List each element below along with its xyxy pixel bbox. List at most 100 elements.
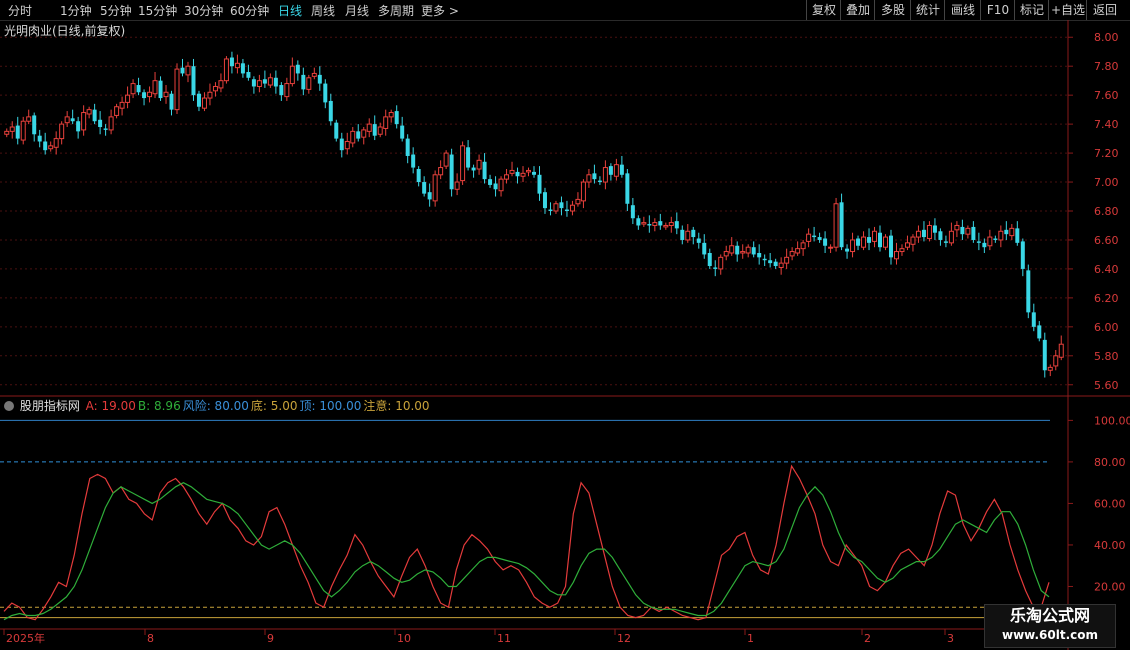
candle-body [26,116,32,122]
candle-body [861,236,867,248]
price-axis-label: 5.60 [1094,379,1119,392]
indicator-axis-label: 40.00 [1094,539,1126,552]
candle-body [48,145,54,150]
indicator-param-1: B: 8.96 [137,399,181,413]
candle-body [878,232,883,248]
candle-body [383,116,389,129]
candle-body [888,235,893,258]
candle-body [800,242,806,250]
indicator-name[interactable]: 股朋指标网 [20,399,80,413]
candle-body [76,121,81,132]
candle-body [125,94,131,103]
candle-body [668,222,674,226]
candle-body [636,218,641,226]
candle-body [207,91,213,99]
price-axis-label: 8.00 [1094,31,1119,44]
candle-body [899,248,905,253]
candle-body [449,154,454,190]
candle-body [575,198,581,205]
price-axis-label: 6.80 [1094,205,1119,218]
candle-body [15,125,20,139]
price-axis-label: 7.60 [1094,89,1119,102]
candle-body [789,251,795,257]
candle-body [586,174,592,183]
candle-body [240,63,245,74]
candle-body [20,120,26,141]
indicator-axis-label: 20.00 [1094,580,1126,593]
candle-body [872,230,878,242]
price-axis-label: 6.60 [1094,234,1119,247]
candle-body [388,112,394,118]
candle-body [443,152,449,167]
candle-body [520,172,526,177]
candle-body [713,267,718,269]
candle-body [169,93,174,110]
date-label: 12 [617,632,631,645]
candle-body [130,83,136,95]
candle-body [833,203,839,248]
candle-body [795,248,801,254]
candle-body [619,164,624,175]
candle-body [757,252,762,258]
candle-body [103,128,108,130]
candle-body [81,112,87,131]
candle-body [532,171,536,175]
candle-body [548,209,553,211]
indicator-toggle-icon[interactable] [4,401,14,411]
indicator-param-2: 风险: 80.00 [182,399,249,413]
candle-body [904,242,910,248]
candle-body [954,224,960,231]
candle-body [142,92,147,99]
candle-body [163,91,169,98]
candle-body [1004,229,1009,235]
candle-body [1053,355,1059,367]
candle-body [328,100,333,122]
candle-body [350,130,356,144]
candle-body [262,79,267,84]
candle-body [37,135,42,142]
candle-body [608,166,613,175]
candle-body [185,65,191,76]
candle-body [114,106,120,116]
candle-body [971,226,976,240]
candle-body [806,233,812,242]
candle-body [976,241,981,243]
indicator-series-A [3,464,1050,621]
candle-body [4,130,10,135]
candle-body [926,224,932,240]
candle-body [466,147,471,168]
candle-body [147,91,153,98]
candle-body [86,109,92,115]
candle-body [279,85,284,96]
candle-body [136,85,141,93]
candle-body [1026,270,1031,313]
candle-body [982,242,987,248]
candle-body [438,167,444,176]
candle-body [867,237,872,243]
candle-body [9,126,15,132]
candle-body [828,246,834,249]
candle-body [893,251,899,260]
candle-body [658,221,663,226]
candle-body [246,71,251,78]
candle-body [289,65,295,85]
candle-body [718,256,724,270]
candle-body [1020,241,1025,269]
candle-body [1009,227,1015,237]
candle-body [553,203,559,212]
candle-body [256,80,262,87]
candle-body [630,205,635,219]
candle-body [405,138,410,156]
candle-body [1031,312,1036,327]
watermark-title: 乐淘公式网 [1009,606,1090,625]
candle-body [356,131,361,139]
candle-body [932,225,937,233]
date-label: 8 [147,632,154,645]
candle-body [702,242,707,255]
date-label: 2025年 [6,631,45,645]
watermark-url: www.60lt.com [1001,628,1099,642]
candle-body [32,115,37,135]
candle-body [372,124,377,136]
candle-body [537,174,542,194]
candle-body [471,167,476,171]
